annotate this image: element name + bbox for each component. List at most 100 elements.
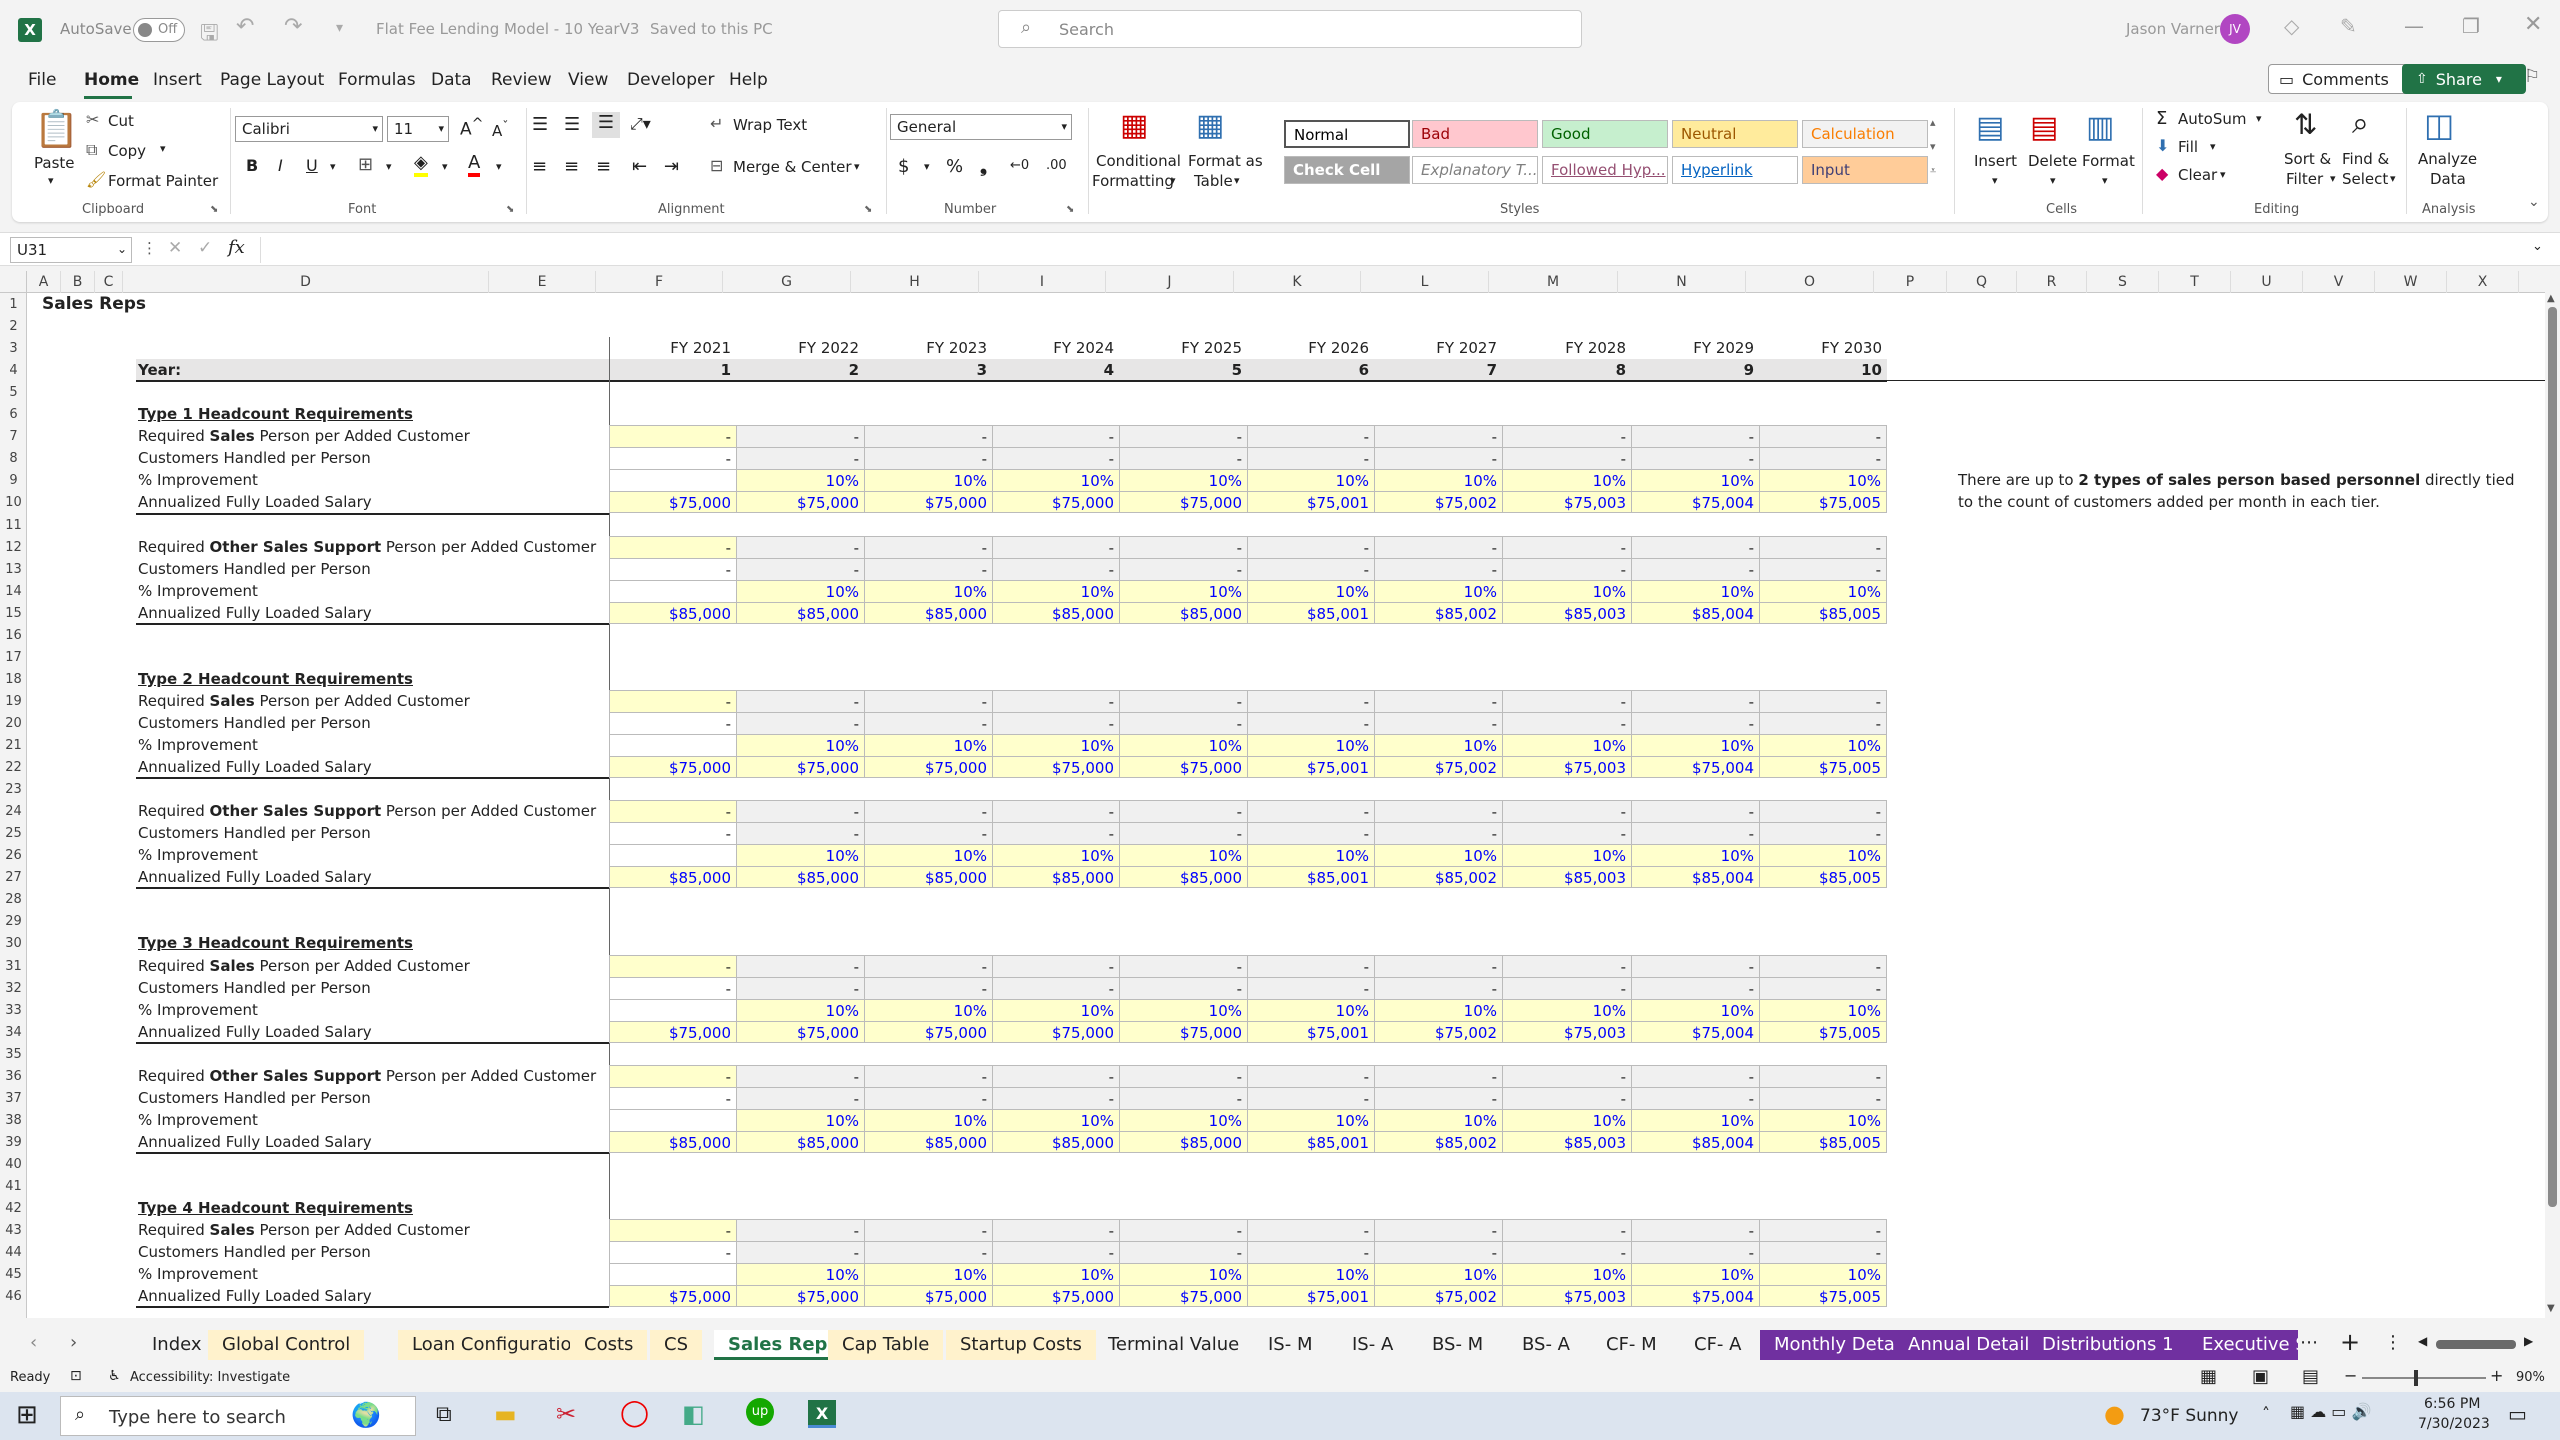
data-cell[interactable]: $75,000 [736,756,864,779]
column-header-C[interactable]: C [95,271,123,293]
column-header-W[interactable]: W [2375,271,2447,293]
clock-date[interactable]: 7/30/2023 [2418,1416,2490,1432]
data-cell[interactable]: 8 [1502,359,1631,381]
data-cell[interactable]: - [1119,976,1247,999]
data-cell[interactable]: - [1502,425,1631,448]
accessibility-icon[interactable]: ♿ [108,1368,121,1384]
scroll-thumb[interactable] [2548,307,2557,1207]
menu-formulas[interactable]: Formulas [338,70,416,90]
data-cell[interactable]: - [609,425,736,448]
sheet-tab[interactable]: Executive Summary [2188,1330,2298,1360]
data-cell[interactable]: $85,001 [1247,601,1374,624]
gallery-up-icon[interactable]: ▴ [1930,116,1936,129]
data-cell[interactable]: $75,005 [1759,756,1887,779]
sheet-tab[interactable]: Global Control [208,1330,365,1360]
data-cell[interactable]: - [1631,711,1759,734]
data-cell[interactable]: - [609,447,736,470]
data-cell[interactable]: $75,004 [1631,1020,1759,1043]
bold-icon[interactable]: B [246,156,258,175]
customize-qat-icon[interactable]: ▾ [336,20,343,36]
horizontal-scrollbar[interactable] [2436,1340,2516,1349]
data-cell[interactable]: - [1631,1064,1759,1087]
row-header[interactable]: 37 [0,1091,27,1106]
data-cell[interactable]: $85,002 [1374,866,1502,889]
data-cell[interactable]: - [1119,800,1247,823]
data-cell[interactable]: - [1247,954,1374,977]
autosum-button[interactable]: AutoSum [2178,110,2246,128]
column-header-L[interactable]: L [1361,271,1489,293]
row-header[interactable]: 39 [0,1135,27,1150]
data-cell[interactable]: 10% [1119,1108,1247,1131]
data-cell[interactable]: - [992,976,1119,999]
font-name-select[interactable]: Calibri ▾ [235,116,383,142]
column-header-R[interactable]: R [2017,271,2087,293]
data-cell[interactable]: $85,002 [1374,1130,1502,1153]
row-header[interactable]: 31 [0,959,27,974]
align-center-icon[interactable]: ≡ [564,156,579,177]
data-cell[interactable]: - [736,447,864,470]
data-cell[interactable]: 10% [736,1108,864,1131]
row-header[interactable]: 23 [0,782,27,797]
data-cell[interactable]: 10% [1119,734,1247,756]
data-cell[interactable]: $85,000 [992,601,1119,624]
data-cell[interactable]: $75,000 [1119,1020,1247,1043]
row-header[interactable]: 29 [0,914,27,929]
column-header-E[interactable]: E [489,271,596,293]
data-cell[interactable]: 10% [1502,579,1631,602]
data-cell[interactable]: 2 [736,359,864,381]
more-options-icon[interactable]: ⋮ [142,239,157,257]
data-cell[interactable]: - [1119,1086,1247,1109]
data-cell[interactable]: - [736,689,864,712]
data-cell[interactable]: - [992,447,1119,470]
data-cell[interactable]: - [1631,689,1759,712]
data-cell[interactable]: 10% [1247,998,1374,1021]
chevron-down-icon[interactable]: ▾ [2220,168,2226,181]
data-cell[interactable]: - [609,954,736,977]
data-cell[interactable]: - [864,447,992,470]
gallery-more-icon[interactable]: ⩡ [1930,164,1936,178]
data-cell[interactable]: 10% [736,579,864,602]
data-cell[interactable]: $85,004 [1631,1130,1759,1153]
windows-start-icon[interactable]: ⊞ [16,1400,38,1430]
data-cell[interactable]: - [1374,976,1502,999]
font-size-select[interactable]: 11 ▾ [387,116,449,142]
data-cell[interactable]: - [609,1219,736,1242]
data-cell[interactable]: - [1119,689,1247,712]
data-cell[interactable]: 10% [1502,469,1631,492]
weather-text[interactable]: 73°F Sunny [2140,1406,2239,1426]
data-cell[interactable]: - [1247,425,1374,448]
snipping-tool-icon[interactable]: ✂ [556,1400,576,1428]
sheet-tab[interactable]: Startup Costs [946,1330,1096,1360]
row-header[interactable]: 13 [0,562,27,577]
chevron-down-icon[interactable]: ▾ [854,160,860,173]
data-cell[interactable]: $75,000 [736,491,864,514]
data-cell[interactable]: - [1374,689,1502,712]
column-header-G[interactable]: G [723,271,851,293]
data-cell[interactable]: $75,000 [1119,1285,1247,1308]
data-cell[interactable]: $85,004 [1631,601,1759,624]
data-cell[interactable]: 10% [864,844,992,867]
find-select-label[interactable]: Find & [2342,150,2389,168]
formula-input[interactable] [260,237,2530,263]
task-view-icon[interactable]: ⧉ [436,1402,452,1427]
data-cell[interactable]: $85,000 [609,866,736,889]
cell-style-9[interactable]: Input [1802,156,1928,184]
data-cell[interactable]: - [992,800,1119,823]
find-select-label2[interactable]: Select [2342,170,2388,188]
data-cell[interactable]: - [864,800,992,823]
percent-style-icon[interactable]: % [946,156,963,177]
data-cell[interactable]: 10% [992,844,1119,867]
data-cell[interactable]: 10% [736,1263,864,1286]
row-header[interactable]: 45 [0,1267,27,1282]
menu-help[interactable]: Help [729,70,768,90]
data-cell[interactable]: 10% [736,844,864,867]
data-cell[interactable]: 10% [1247,734,1374,756]
data-cell[interactable]: - [1502,954,1631,977]
data-cell[interactable]: - [1631,1241,1759,1264]
data-cell[interactable]: $75,003 [1502,491,1631,514]
data-cell[interactable]: - [1247,1064,1374,1087]
row-header[interactable]: 46 [0,1289,27,1304]
data-cell[interactable]: - [1374,1219,1502,1242]
data-cell[interactable]: 10% [992,469,1119,492]
data-cell[interactable]: $75,000 [992,1020,1119,1043]
